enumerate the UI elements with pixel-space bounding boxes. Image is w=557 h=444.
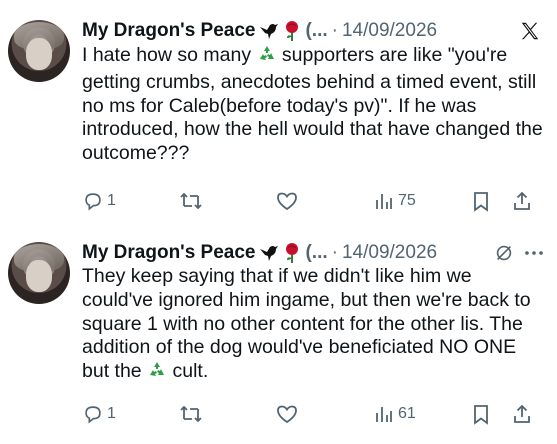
retweet-icon [179, 190, 203, 212]
rose-icon [283, 242, 301, 264]
more-options-icon[interactable] [521, 240, 547, 266]
share-button[interactable] [511, 190, 533, 212]
reply-button[interactable]: 1 [82, 403, 116, 425]
views-icon [373, 190, 395, 212]
views-icon [373, 403, 395, 425]
action-bar: 1 75 [82, 187, 547, 215]
heart-icon [275, 190, 299, 212]
retweet-button[interactable] [179, 403, 203, 425]
black-bird-icon [258, 243, 280, 263]
tweet-date[interactable]: 14/09/2026 [342, 20, 437, 42]
avatar-face [26, 38, 52, 70]
views-button[interactable]: 75 [373, 190, 416, 212]
tweet-text: I hate how so many supporters are like "… [82, 44, 547, 166]
reply-count: 1 [107, 405, 116, 422]
view-count: 61 [398, 405, 416, 422]
reply-count: 1 [107, 192, 116, 209]
share-icon [511, 403, 533, 425]
like-button[interactable] [275, 190, 299, 212]
reply-button[interactable]: 1 [82, 190, 116, 212]
share-button[interactable] [511, 403, 533, 425]
bookmark-icon [471, 403, 491, 425]
avatar[interactable] [8, 242, 70, 304]
handle-truncated[interactable]: (... [305, 20, 327, 42]
x-logo-icon[interactable] [517, 18, 543, 44]
tweet-text-part: cult. [167, 360, 209, 383]
retweet-icon [179, 403, 203, 425]
retweet-button[interactable] [179, 190, 203, 212]
action-bar: 1 61 [82, 400, 547, 428]
grok-icon[interactable] [491, 240, 517, 266]
tweet-header: My Dragon's Peace (... · 14/09/2026 [82, 17, 437, 45]
bookmark-icon [471, 190, 491, 212]
bookmark-button[interactable] [471, 190, 491, 212]
black-bird-icon [258, 21, 280, 41]
like-button[interactable] [275, 403, 299, 425]
rose-icon [283, 20, 301, 42]
separator-dot: · [331, 20, 338, 41]
separator-dot: · [331, 242, 338, 263]
tweet-text: They keep saying that if we didn't like … [82, 265, 547, 387]
author-name[interactable]: My Dragon's Peace [82, 242, 255, 264]
reply-icon [82, 190, 104, 212]
tweet[interactable]: My Dragon's Peace (... · 14/09/2026 They… [0, 222, 557, 444]
author-name[interactable]: My Dragon's Peace [82, 20, 255, 42]
heart-icon [275, 403, 299, 425]
reply-icon [82, 403, 104, 425]
bookmark-button[interactable] [471, 403, 491, 425]
handle-truncated[interactable]: (... [305, 242, 327, 264]
avatar[interactable] [8, 20, 70, 82]
recycling-icon [147, 360, 167, 387]
share-icon [511, 190, 533, 212]
tweet-header: My Dragon's Peace (... · 14/09/2026 [82, 239, 437, 267]
recycling-icon [257, 44, 277, 71]
tweet-date[interactable]: 14/09/2026 [342, 242, 437, 264]
avatar-face [26, 260, 52, 292]
tweet-text-part: I hate how so many [82, 44, 257, 66]
views-button[interactable]: 61 [373, 403, 416, 425]
tweet[interactable]: My Dragon's Peace (... · 14/09/2026 I ha… [0, 0, 557, 222]
view-count: 75 [398, 192, 416, 209]
